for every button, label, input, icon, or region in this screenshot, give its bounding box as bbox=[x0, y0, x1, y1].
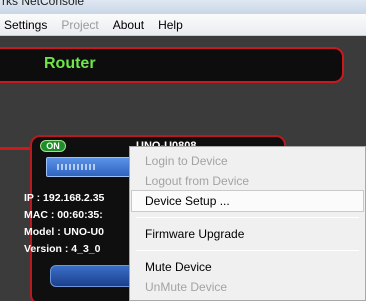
device-model: Model : UNO-U0 bbox=[24, 226, 104, 238]
menu-help[interactable]: Help bbox=[158, 18, 183, 32]
menu-firmware-upgrade[interactable]: Firmware Upgrade bbox=[132, 224, 365, 244]
window-title: rks NetConsole bbox=[2, 0, 85, 8]
router-title: Router bbox=[44, 55, 96, 72]
menu-login-to-device[interactable]: Login to Device bbox=[132, 151, 365, 171]
menu-settings[interactable]: Settings bbox=[4, 18, 47, 32]
device-version: Version : 4_3_0 bbox=[24, 243, 101, 255]
device-status-badge: ON bbox=[40, 140, 66, 152]
menu-unmute-device[interactable]: UnMute Device bbox=[132, 277, 365, 297]
router-panel[interactable]: Router bbox=[0, 47, 344, 83]
menu-project[interactable]: Project bbox=[61, 18, 98, 32]
device-ip: IP : 192.168.2.35 bbox=[24, 192, 105, 204]
menu-logout-from-device[interactable]: Logout from Device bbox=[132, 171, 365, 191]
menu-bar: Settings Project About Help bbox=[0, 14, 366, 36]
device-led-strip-icon bbox=[57, 164, 97, 170]
menu-separator bbox=[136, 250, 359, 251]
menu-device-setup[interactable]: Device Setup ... bbox=[131, 190, 364, 212]
connection-line bbox=[0, 147, 30, 150]
menu-separator bbox=[136, 217, 359, 218]
device-context-menu: Login to Device Logout from Device Devic… bbox=[129, 146, 366, 301]
window-title-bar: rks NetConsole bbox=[0, 0, 366, 14]
device-mac: MAC : 00:60:35: bbox=[24, 209, 103, 221]
menu-mute-device[interactable]: Mute Device bbox=[132, 257, 365, 277]
menu-about[interactable]: About bbox=[113, 18, 144, 32]
